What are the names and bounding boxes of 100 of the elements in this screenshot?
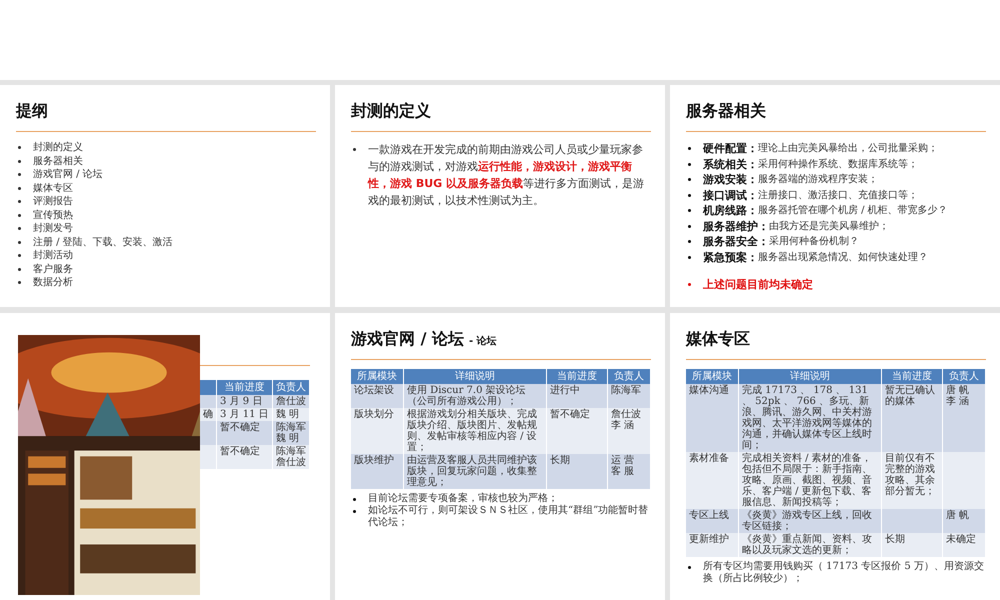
table-cell: 暂不确定 [220, 446, 260, 457]
table-cell: 詹仕波 [276, 457, 306, 468]
table-header-cell: 负责人 [608, 369, 650, 384]
table-cell: 进行中 [550, 385, 580, 396]
table-header-cell: 负责人 [272, 380, 310, 395]
bullet-icon [688, 224, 691, 228]
bullet-icon [688, 194, 691, 196]
bullet-text: 评测报告 [33, 195, 73, 208]
table-cell: 詹仕波 [276, 396, 306, 407]
slide-title: 提纲 [16, 101, 48, 122]
table-cell: 3 月 11 日 [220, 409, 269, 420]
table-cell: 《炎黄》重点新闻、资料、攻略以及玩家文选的更新； [742, 534, 872, 556]
bullet-icon [688, 162, 691, 166]
table-header-cell: 当前进度 [546, 369, 608, 384]
bullet-icon [688, 240, 691, 243]
bullet-text: 由我方还是完美风暴维护； [769, 220, 889, 234]
bullet-text: 客户服务 [33, 262, 73, 276]
bullet-text: 采用何种备份机制？ [769, 234, 859, 249]
bullet-label: 硬件配置： [703, 141, 758, 156]
table-cell: 暂无已确认的媒体 [885, 385, 935, 407]
slide-title: 游戏官网 / 论坛 [351, 329, 464, 350]
table-cell-text: 陈海军 [611, 385, 642, 396]
bullet-icon [688, 283, 691, 286]
bullet-text: 注册接口、激活接口、充值接口等； [758, 188, 918, 202]
bullet-icon [18, 240, 21, 244]
bullet-text: 服务器相关 [33, 154, 83, 168]
table-cell: 论坛架设 [354, 385, 394, 396]
table-cell: 版块划分 [354, 409, 394, 420]
slide-thumbnail[interactable] [670, 313, 1000, 600]
table-cell: 素材准备 [689, 453, 729, 464]
table-header-cell: 详细说明 [404, 369, 546, 384]
slide-title: 封测的定义 [351, 101, 431, 122]
bullet-icon [18, 173, 21, 176]
bullet-text: 封测活动 [33, 249, 73, 262]
table-cell: 暂不确定 [550, 409, 590, 420]
slide-title: 服务器相关 [686, 101, 766, 122]
table-cell: 3 月 9 日 [220, 396, 262, 407]
bullet-icon [18, 268, 21, 270]
bullet-label: 系统相关： [703, 156, 758, 172]
bullet-icon [688, 209, 691, 212]
bullet-text: 游戏官网 / 论坛 [33, 168, 103, 182]
table-cell: 暂不确定 [220, 422, 260, 433]
bullet-text: 采用何种操作系统、数据库系统等； [758, 158, 918, 172]
bullet-text: 数据分析 [33, 276, 73, 290]
table-cell: 版块维护 [354, 455, 394, 466]
bullet-icon [688, 178, 691, 181]
bullet-label: 机房线路： [703, 203, 758, 218]
bullet-text: 所有专区均需要用钱购买（ 17173 专区报价 5 万）、用资源交换（所占比例较少）； [703, 561, 985, 585]
table-cell-text: 唐 帆 [946, 385, 970, 396]
table-cell: 专区上线 [689, 510, 729, 521]
slide-thumbnail[interactable]: 提纲 封测的定义 服务器相关 游戏官网 / 论坛 媒体专区 评测报告 宣传预热 封测发号 注册 / 登陆、下载、安装、激活 封测活动 客户服务 数据分析 [0, 85, 330, 307]
table-cell-text: 魏 明 [276, 433, 300, 444]
table-cell-text: 魏 明 [276, 409, 300, 420]
table-cell: 长期 [885, 534, 905, 545]
table-cell: 完成 17173 、 178 、 131 、 52pk 、 766 、多玩、新浪、腾讯、游久网、中关村游戏网、太平洋游戏网等媒体的沟通，并确认媒体专区上线时间； [742, 385, 872, 451]
bullet-text: 注册 / 登陆、下载、安装、激活 [33, 236, 173, 249]
bullet-icon [18, 254, 21, 257]
bullet-text: 如论坛不可行，则可架设ＳＮＳ社区，使用其“群组”功能暂时替代论坛； [368, 505, 650, 529]
table-cell: 长期 [550, 455, 570, 466]
table-cell-text: 詹仕波 [611, 409, 642, 420]
table-cell-text: 唐 帆 [946, 510, 970, 521]
bullet-text: 上述问题目前均未确定 [703, 277, 813, 292]
bullet-icon [688, 256, 691, 258]
table-cell: 陈海军 [276, 446, 306, 457]
bullet-text: 宣传预热 [33, 208, 73, 222]
table-cell: 陈海军 [276, 422, 306, 433]
bullet-text: 理论上由完美风暴给出，公司批量采购； [758, 142, 938, 156]
table-header-cell: 负责人 [942, 369, 986, 384]
bullet-text: 服务器托管在哪个机房 / 机柜、带宽多少？ [758, 204, 948, 218]
slide-thumbnail[interactable]: 服务器相关 硬件配置：理论上由完美风暴给出，公司批量采购； 系统相关：采用何种操作系统、数据库系统等； 游戏安装：服务器端的游戏程序安装； 接口调试：注册接口、激活接口、充值接口等； 机房线路：服务器托管在哪个机房 / 机柜、带宽多少？ 服务器维护：由我方还是完美风暴维护； 服务器安全：采用何种备份机制？ 紧急预案：服务器出现紧急情况、如何快速处理？ 上述问题目前均未确定 [670, 85, 1000, 307]
bullet-icon [353, 510, 356, 513]
bullet-icon [18, 227, 21, 230]
table-header-cell: 详细说明 [738, 369, 882, 384]
bullet-icon [353, 498, 356, 501]
table-header-cell: 所属模块 [351, 369, 404, 384]
bullet-icon [18, 160, 21, 162]
bullet-icon [353, 148, 356, 151]
table-cell: 媒体沟通 [689, 385, 729, 396]
bullet-icon [18, 146, 21, 149]
table-cell-text: 客 服 [611, 466, 636, 477]
bullet-label: 游戏安装： [703, 172, 758, 188]
slide-title: 媒体专区 [686, 329, 750, 350]
table-cell: 目前仅有不完整的游戏攻略、其余部分暂无； [885, 453, 935, 497]
bullet-text: 一款游戏在开发完成的前期由游戏公司人员或少量玩家参与的游戏测试，对游戏运行性能，游戏设计，游戏平衡性，游戏 BUG 以及服务器负载等进行多方面测试，是游戏的最初测试，以技术性测试为主。 [368, 142, 646, 209]
bullet-text: 媒体专区 [33, 182, 73, 195]
table-cell: 确 [203, 409, 213, 420]
table-cell-text: 李 涵 [611, 420, 636, 431]
slide-subtitle: - 论坛 [468, 334, 497, 348]
slide-thumbnail[interactable] [335, 313, 665, 600]
bullet-icon [18, 281, 21, 284]
slide-thumbnail[interactable]: 当前进度 负责人 3 月 9 日 詹仕波 确 3 月 11 日 魏 明 暂不确定 陈海军 魏 明 暂不确定 陈海军 詹仕波 [0, 313, 330, 600]
bullet-label: 紧急预案： [703, 250, 758, 265]
table-cell: 由运营及客服人员共同维护该版块，回复玩家问题，收集整理意见； [407, 455, 537, 488]
bullet-icon [688, 566, 691, 569]
bullet-text: 服务器出现紧急情况、如何快速处理？ [758, 250, 928, 264]
table-header-cell: 当前进度 [216, 380, 272, 395]
slide-thumbnail[interactable]: 封测的定义 一款游戏在开发完成的前期由游戏公司人员或少量玩家参与的游戏测试，对游戏运行性能，游戏设计，游戏平衡性，游戏 BUG 以及服务器负载等进行多方面测试，是游戏的最初测试，以技术性测试为主。 [335, 85, 665, 307]
table-cell-text: 未确定 [946, 534, 977, 545]
bullet-text: 服务器端的游戏程序安装； [758, 172, 878, 187]
table-cell: 根据游戏划分相关版块、完成版块介绍、版块图片、发帖规则、发帖审核等相应内容 / 设置； [407, 409, 537, 453]
